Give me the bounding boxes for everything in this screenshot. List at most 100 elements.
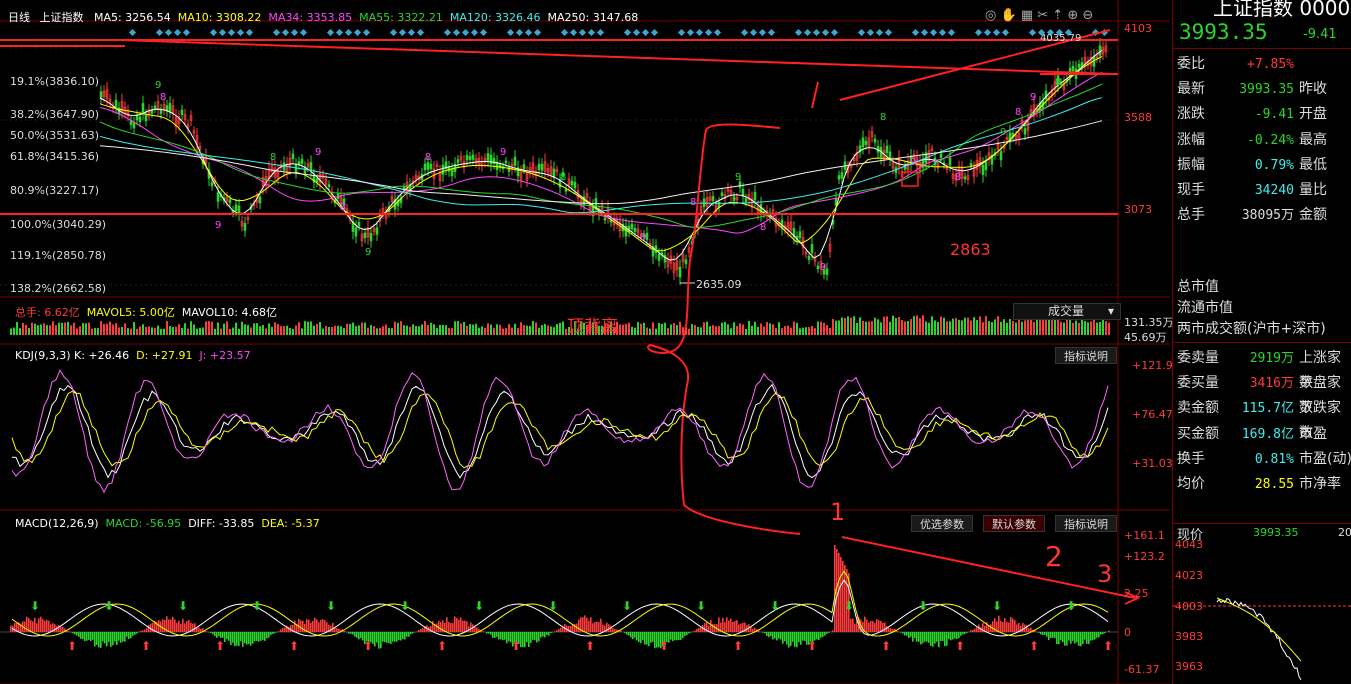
macd-histogram-bar	[94, 632, 96, 647]
quote-row: 委卖量 2919万 上涨家数	[1173, 346, 1351, 391]
macd-help-button[interactable]: 指标说明	[1055, 515, 1117, 532]
volume-bar	[262, 325, 264, 335]
signal-marker	[479, 28, 488, 37]
quote-row-value: 115.7亿	[1241, 401, 1294, 417]
volume-bar	[748, 321, 750, 335]
macd-histogram-bar	[588, 620, 590, 632]
quote-row-value: 169.8亿	[1241, 426, 1294, 442]
volume-bar	[208, 321, 210, 335]
macd-histogram-bar	[110, 632, 112, 647]
macd-histogram-bar	[270, 632, 272, 635]
mini-axis-label: 4043	[1175, 538, 1203, 551]
macd-histogram-bar	[692, 631, 694, 632]
volume-selector[interactable]: 成交量 ▾	[1013, 303, 1121, 320]
macd-signal-arrow: ⬆	[67, 639, 77, 653]
macd-histogram-bar	[778, 632, 780, 639]
macd-histogram-bar	[534, 632, 536, 641]
volume-bar	[973, 317, 975, 335]
quote-row: 最新 3993.35 昨收	[1173, 77, 1351, 102]
candle-body	[540, 163, 544, 171]
volume-bar	[835, 320, 837, 335]
ma120-line	[99, 97, 1103, 214]
kdj-help-button[interactable]: 指标说明	[1055, 347, 1117, 364]
volume-bar	[151, 327, 153, 335]
macd-histogram-bar	[952, 632, 954, 640]
macd-histogram-bar	[458, 619, 460, 632]
macd-histogram-bar	[650, 632, 652, 643]
volume-bar	[343, 328, 345, 335]
zoom-out-icon[interactable]: ⊖	[1082, 8, 1093, 23]
candle-body	[798, 231, 802, 238]
volume-bar	[433, 324, 435, 335]
candle-body	[450, 168, 454, 177]
up-arrow-icon[interactable]: ⇡	[1052, 8, 1063, 23]
hand-icon[interactable]: ✋	[1000, 8, 1016, 23]
volume-bar	[391, 328, 393, 335]
macd-histogram-bar	[870, 620, 872, 632]
kline-chart-area[interactable]: 9 8 9 8 9 8 9 8 9 8 9 8 9 8 9 8 9 8 9 8 9 8 ⬇ ⬆ ⬇ ⬆ ⬇ ⬆ ⬇ ⬆ ⬇ ⬆ ⬇ ⬆ ⬇ ⬆ ⬇ ⬆ ⬇ ⬆…	[0, 0, 1174, 684]
macd-histogram-bar	[90, 632, 92, 641]
volume-bar	[358, 325, 360, 335]
macd-histogram-bar	[1010, 616, 1012, 632]
macd-histogram-bar	[260, 632, 262, 641]
volume-bar	[793, 321, 795, 335]
macd-histogram-bar	[230, 632, 232, 645]
macd-histogram-bar	[642, 632, 644, 641]
volume-bar	[979, 316, 981, 335]
volume-bar	[394, 321, 396, 335]
optimal-params-button[interactable]: 优选参数	[911, 515, 973, 532]
volume-bar	[649, 328, 651, 335]
default-params-button[interactable]: 默认参数	[983, 515, 1045, 532]
eye-icon[interactable]: ◎	[985, 8, 996, 23]
macd-histogram-bar	[482, 631, 484, 632]
macd-histogram-bar	[710, 619, 712, 632]
macd-histogram-bar	[42, 619, 44, 632]
macd-histogram-bar	[1006, 621, 1008, 632]
volume-bar	[187, 328, 189, 335]
volume-bar	[871, 321, 873, 335]
scissor-icon[interactable]: ✂	[1037, 8, 1048, 23]
macd-histogram-bar	[932, 632, 934, 647]
candle-body	[504, 160, 508, 164]
macd-histogram-bar	[792, 632, 794, 642]
macd-histogram-bar	[914, 632, 916, 638]
signal-marker	[281, 28, 290, 37]
signal-marker	[524, 28, 533, 37]
volume-bar	[91, 328, 93, 335]
volume-bar	[292, 328, 294, 335]
signal-marker	[947, 28, 956, 37]
volume-bar	[73, 322, 75, 335]
quote-row-key: 卖金额	[1177, 400, 1219, 417]
mini-chart-header-value: 3993.35	[1253, 526, 1299, 539]
volume-bar	[901, 319, 903, 335]
volume-bar	[781, 328, 783, 335]
period-label[interactable]: 日线	[8, 11, 30, 24]
volume-bar	[19, 328, 21, 335]
volume-bar	[691, 324, 693, 335]
kline-chart-canvas[interactable]: 9898 9898 98989898989898⬇⬆⬇⬆⬇⬆⬇⬆⬇⬆⬇⬆⬇⬆⬇⬆⬇⬆…	[0, 0, 1170, 684]
zoom-in-icon[interactable]: ⊕	[1067, 8, 1078, 23]
macd-signal-arrow: ⬆	[289, 639, 299, 653]
volume-bar	[553, 327, 555, 335]
macd-histogram-bar	[820, 632, 822, 638]
quote-row: 卖金额 115.7亿 下跌家数	[1173, 396, 1351, 441]
volume-bar	[427, 324, 429, 335]
macd-histogram-bar	[454, 616, 456, 632]
macd-histogram-bar	[146, 628, 148, 632]
volume-bar	[130, 328, 132, 335]
volume-bar	[670, 324, 672, 335]
td-sequence-marker: 8	[340, 202, 346, 213]
macd-histogram-bar	[948, 632, 950, 640]
macd-histogram-bar	[752, 628, 754, 632]
macd-histogram-bar	[1062, 632, 1064, 643]
signal-marker	[884, 28, 893, 37]
volume-bar	[865, 321, 867, 335]
macd-signal-arrow: ⬇	[770, 599, 780, 613]
grid-icon[interactable]: ▦	[1021, 8, 1033, 23]
macd-histogram-bar	[228, 632, 230, 641]
macd-histogram-bar	[644, 632, 646, 645]
symbol-label[interactable]: 上证指数	[40, 11, 84, 24]
candle-body	[969, 163, 973, 166]
volume-bar	[475, 323, 477, 335]
fib-label: 119.1%(2850.78)	[10, 249, 107, 262]
